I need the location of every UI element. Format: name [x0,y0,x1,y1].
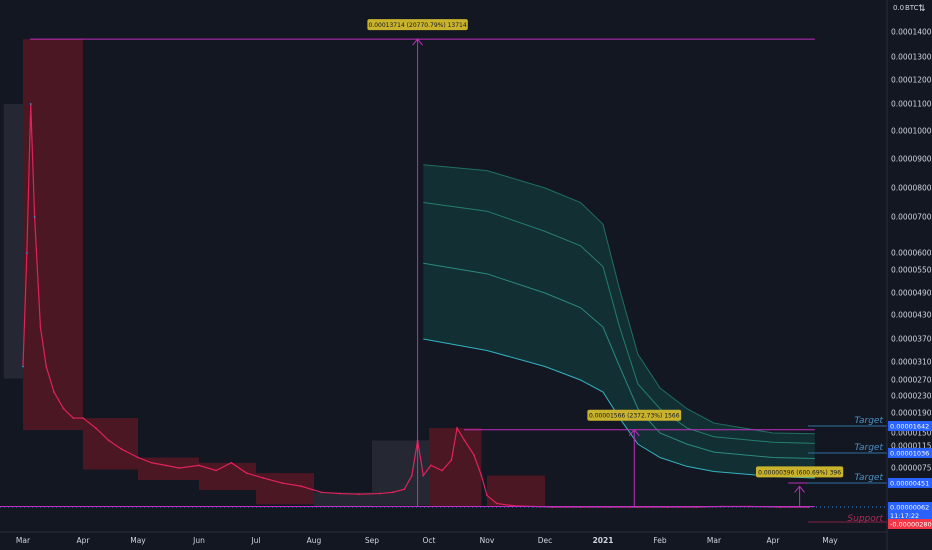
price-point [429,464,432,467]
support-label: Support [847,514,883,524]
price-tick-label: 0.00001900 [891,409,932,418]
price-point [456,427,458,429]
current-price-badge-countdown: 11:17:22 [890,512,919,520]
support-badge: -0.00000280 [890,521,932,529]
time-tick-label: Oct [423,536,436,545]
price-tick-label: 0.00013000 [891,53,932,62]
price-point [411,474,413,477]
price-tick-label: 0.00009000 [891,155,932,164]
price-tick-label: 0.00006000 [891,249,932,258]
target-badge-2: 0.00001036 [890,450,929,458]
price-point [215,469,218,472]
price-tick-label: 0.00008000 [891,184,932,193]
measure-label-2: 0.00001566 (2372.73%) 1566 [589,413,680,420]
price-tick-label: 0.00010000 [891,127,932,136]
price-point [486,494,488,497]
target-badge-1: 0.00001642 [890,423,929,431]
zone-gray-0 [3,104,23,379]
measure-label-1: 0.00013714 (20770.79%) 13714 [369,22,467,29]
price-chart[interactable]: 0.00013714 (20770.79%) 13714 0.00001566 (… [0,0,932,550]
price-point [164,464,167,467]
price-tick-label: 0.00002700 [891,376,932,385]
price-tick-label: 0.00011000 [891,100,932,109]
price-point [495,502,498,505]
price-tick-label: 0.00005500 [891,266,932,275]
price-point [25,252,28,254]
price-point [53,391,55,393]
price-point [137,456,139,459]
zone-red-2 [83,418,138,470]
time-tick-label: Apr [767,536,781,545]
price-point [62,407,65,410]
price-point [150,461,153,464]
price-tick-label: 0.00014000 [891,28,932,37]
price-point [473,453,475,456]
price-point [392,491,394,494]
price-unit-label: BTC [905,4,919,12]
price-point [378,492,381,495]
price-point [29,103,32,105]
target-label-3: Target [854,473,883,483]
current-price-badge: 0.00000062 [890,504,929,512]
price-point [339,492,342,495]
time-tick-label: Nov [480,536,495,545]
price-point [281,482,284,484]
time-tick-label: Aug [307,536,322,545]
price-point [450,459,453,462]
price-tick-label: 0.00012000 [891,76,932,85]
price-point [198,464,200,467]
price-tick-label: 0.00002300 [891,392,932,401]
price-point [422,474,425,477]
time-tick-label: Mar [707,536,722,545]
price-tick-label: 0.00004300 [891,311,932,320]
time-tick-label: Dec [538,536,553,545]
target-badge-3: 0.00000451 [890,480,929,488]
price-point [120,448,123,450]
price-point [94,427,97,429]
price-point [480,474,483,477]
price-point [300,485,302,488]
zone-red-5 [256,473,314,505]
price-tick-label: 0.00003100 [891,358,932,367]
price-tick-label: 0.00007000 [891,213,932,222]
time-tick-label: Apr [77,536,91,545]
time-tick-label: Sep [365,536,379,545]
time-tick-label: Mar [16,536,31,545]
price-point [82,417,84,419]
settings-icon[interactable]: ⇅ [918,4,926,14]
price-tick-label: 0.00000750 [891,464,932,473]
price-point [403,488,406,491]
price-point [72,417,75,419]
price-point [320,491,323,494]
price-point [45,365,48,368]
price-point [178,467,181,469]
price-point [262,477,265,479]
measure-label-3: 0.00000396 (600.69%) 396 [758,469,841,476]
price-point [358,493,360,496]
time-tick-label: Feb [653,536,667,545]
price-point [245,472,248,474]
price-unit-prefix: 0.0 [893,4,904,12]
time-tick-label: 2021 [593,536,614,545]
time-tick-label: Jun [192,536,205,545]
target-label-1: Target [854,416,883,426]
time-tick-label: May [822,536,838,545]
zone-red-1 [23,39,83,431]
price-tick-label: 0.00004900 [891,289,932,298]
target-label-2: Target [854,443,883,453]
zone-gray-7 [372,440,429,506]
price-point [39,326,42,328]
price-tick-label: 0.00003700 [891,335,932,344]
price-point [230,461,233,464]
price-point [22,365,24,368]
price-point [33,216,36,218]
time-tick-label: Jul [250,536,260,545]
zone-red-4 [199,462,256,491]
price-point [463,439,466,442]
price-point [107,439,110,442]
price-point [441,469,443,472]
time-tick-label: May [130,536,146,545]
